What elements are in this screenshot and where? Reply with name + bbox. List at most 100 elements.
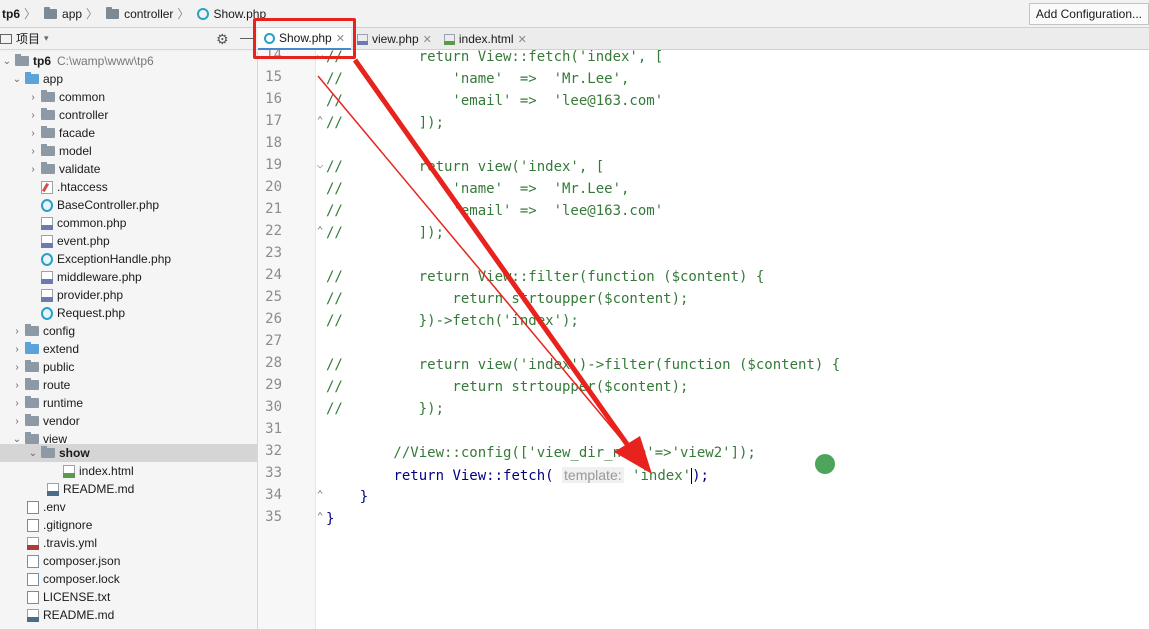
tree-item-view-readme[interactable]: README.md <box>0 480 257 498</box>
collapse-arrow-icon[interactable]: › <box>12 380 22 391</box>
tree-item-controller[interactable]: › controller <box>0 106 257 124</box>
keyword: return <box>393 468 445 484</box>
collapse-arrow-icon[interactable]: › <box>28 110 38 121</box>
expand-arrow-icon[interactable]: ⌄ <box>12 74 22 85</box>
code-line[interactable]: //View::config(['view_dir_name'=>'view2'… <box>326 442 755 464</box>
tree-item-tp6[interactable]: ⌄ tp6 C:\wamp\www\tp6 <box>0 52 257 70</box>
tab-label: index.html <box>458 32 514 46</box>
code-line[interactable]: // return strtoupper($content); <box>326 288 688 310</box>
line-number: 15 <box>265 69 282 85</box>
tree-item-env[interactable]: .env <box>0 498 257 516</box>
line-number: 27 <box>265 333 282 349</box>
code-editor[interactable]: 14 ⌵// return View::fetch('index', [15// … <box>258 50 1149 629</box>
code-line[interactable]: } <box>326 508 334 530</box>
tab-index-html[interactable]: index.html ✕ <box>438 28 533 50</box>
tree-item-composer-lock[interactable]: composer.lock <box>0 570 257 588</box>
collapse-arrow-icon[interactable]: › <box>12 362 22 373</box>
tree-item-route[interactable]: › route <box>0 376 257 394</box>
code-area[interactable]: 14 ⌵// return View::fetch('index', [15// … <box>258 50 1149 629</box>
html-file-icon <box>443 33 455 45</box>
code-line[interactable]: // 'name' => 'Mr.Lee', <box>326 178 629 200</box>
fold-icon[interactable]: ⌵ <box>314 158 326 171</box>
tree-item-request[interactable]: Request.php <box>0 304 257 322</box>
fold-icon[interactable]: ⌃ <box>314 114 326 127</box>
tree-item-basecontroller[interactable]: BaseController.php <box>0 196 257 214</box>
breadcrumb-app[interactable]: app <box>38 0 84 28</box>
tree-item-show[interactable]: ⌄ show <box>0 444 257 462</box>
close-icon[interactable]: ✕ <box>518 33 527 46</box>
gear-icon[interactable]: ⚙ <box>216 31 229 48</box>
code-line[interactable]: // 'email' => 'lee@163.com' <box>326 200 663 222</box>
fold-icon[interactable]: ⌃ <box>314 510 326 523</box>
fold-icon[interactable]: ⌃ <box>314 224 326 237</box>
breadcrumb-project[interactable]: tp6 <box>0 0 22 28</box>
tree-item-extend[interactable]: › extend <box>0 340 257 358</box>
expand-arrow-icon[interactable]: ⌄ <box>2 56 12 67</box>
tree-item-vendor[interactable]: › vendor <box>0 412 257 430</box>
dropdown-icon[interactable]: ▾ <box>44 33 49 44</box>
collapse-arrow-icon[interactable]: › <box>12 398 22 409</box>
tree-item-travis[interactable]: .travis.yml <box>0 534 257 552</box>
code-line[interactable]: // return view('index')->filter(function… <box>326 354 840 376</box>
code-line[interactable]: // ]); <box>326 222 444 244</box>
code-line[interactable]: // 'email' => 'lee@163.com' <box>326 90 663 112</box>
tree-item-validate[interactable]: › validate <box>0 160 257 178</box>
code-line[interactable]: // })->fetch('index'); <box>326 310 579 332</box>
tree-item-gitignore[interactable]: .gitignore <box>0 516 257 534</box>
tree-item-exceptionhandle[interactable]: ExceptionHandle.php <box>0 250 257 268</box>
line-number: 26 <box>265 311 282 327</box>
collapse-arrow-icon[interactable]: › <box>28 92 38 103</box>
tree-item-common[interactable]: › common <box>0 88 257 106</box>
code-line[interactable]: // return view('index', [ <box>326 156 604 178</box>
tree-item-composer-json[interactable]: composer.json <box>0 552 257 570</box>
tree-item-htaccess[interactable]: .htaccess <box>0 178 257 196</box>
code-line[interactable]: // ]); <box>326 112 444 134</box>
fold-icon[interactable]: ⌃ <box>314 488 326 501</box>
code-line[interactable]: } <box>326 486 368 508</box>
tree-item-public[interactable]: › public <box>0 358 257 376</box>
code-line[interactable]: // 'name' => 'Mr.Lee', <box>326 68 629 90</box>
tree-item-config[interactable]: › config <box>0 322 257 340</box>
tree-item-runtime[interactable]: › runtime <box>0 394 257 412</box>
project-panel-title[interactable]: 项目 <box>16 30 40 47</box>
tree-item-app[interactable]: ⌄ app <box>0 70 257 88</box>
expand-arrow-icon[interactable]: ⌄ <box>28 448 38 459</box>
folder-icon <box>41 446 55 458</box>
php-class-icon <box>41 306 53 320</box>
tree-item-common-php[interactable]: common.php <box>0 214 257 232</box>
collapse-arrow-icon[interactable]: › <box>12 416 22 427</box>
collapse-arrow-icon[interactable]: › <box>28 146 38 157</box>
folder-icon <box>41 162 55 174</box>
collapse-arrow-icon[interactable]: › <box>28 128 38 139</box>
tree-item-facade[interactable]: › facade <box>0 124 257 142</box>
code-line[interactable]: // return View::filter(function ($conten… <box>326 266 764 288</box>
highlight-box <box>253 18 356 59</box>
tree-item-label: controller <box>59 108 109 122</box>
collapse-arrow-icon[interactable]: › <box>28 164 38 175</box>
tree-item-provider[interactable]: provider.php <box>0 286 257 304</box>
tree-item-label: .gitignore <box>43 518 93 532</box>
breadcrumb-controller[interactable]: controller <box>100 0 175 28</box>
tree-item-index-html[interactable]: index.html <box>0 462 257 480</box>
tree-item-event-php[interactable]: event.php <box>0 232 257 250</box>
code-line[interactable]: return View::fetch( template: 'index'); <box>326 464 709 486</box>
code-line[interactable]: // return View::fetch('index', [ <box>326 50 663 68</box>
tree-item-label: app <box>43 72 64 86</box>
php-file-icon <box>356 33 368 45</box>
project-path: C:\wamp\www\tp6 <box>57 54 154 68</box>
tree-item-middleware[interactable]: middleware.php <box>0 268 257 286</box>
php-file-icon <box>41 288 53 302</box>
tree-item-license[interactable]: LICENSE.txt <box>0 588 257 606</box>
code-line[interactable]: // return strtoupper($content); <box>326 376 688 398</box>
file-icon <box>27 572 39 586</box>
collapse-arrow-icon[interactable]: › <box>12 344 22 355</box>
collapse-arrow-icon[interactable]: › <box>12 326 22 337</box>
tree-item-model[interactable]: › model <box>0 142 257 160</box>
add-configuration-button[interactable]: Add Configuration... <box>1028 3 1149 25</box>
close-icon[interactable]: ✕ <box>423 33 432 46</box>
expand-arrow-icon[interactable]: ⌄ <box>12 434 22 445</box>
code-line[interactable]: // }); <box>326 398 444 420</box>
tree-item-readme[interactable]: README.md <box>0 606 257 624</box>
minimize-icon[interactable]: — <box>240 29 254 45</box>
tab-view-php[interactable]: view.php ✕ <box>351 28 438 50</box>
